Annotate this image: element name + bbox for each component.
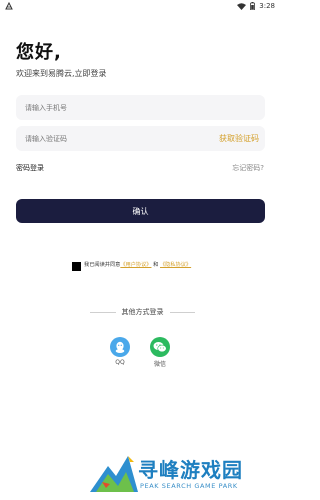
other-login-divider: 其他方式登录 <box>90 307 195 317</box>
divider-line-left <box>90 311 116 313</box>
phone-field <box>16 95 265 121</box>
forgot-password-link[interactable]: 忘记密码? <box>232 163 264 173</box>
password-login-link[interactable]: 密码登录 <box>16 163 44 173</box>
other-login-title: 其他方式登录 <box>121 308 164 316</box>
divider-line-right <box>169 311 195 313</box>
qq-label: QQ <box>115 359 125 366</box>
watermark-subtitle: PEAK SEARCH GAME PARK <box>140 482 238 490</box>
privacy-agreement-link[interactable]: 《隐私协议》 <box>160 262 191 268</box>
qq-icon <box>110 337 130 357</box>
status-time: 3:28 <box>259 2 275 10</box>
qq-login-button[interactable]: QQ <box>105 337 135 366</box>
wechat-login-button[interactable]: 微信 <box>145 337 175 368</box>
android-notification-icon <box>5 1 13 10</box>
greeting-title: 您好, <box>16 42 62 63</box>
agreement-prefix: 我已阅读并同意 <box>84 262 121 268</box>
code-field: 获取验证码 <box>16 126 265 152</box>
agreement-text: 我已阅读并同意《用户协议》 和 《隐私协议》 <box>84 261 191 269</box>
wifi-icon <box>237 2 247 10</box>
watermark-title: 寻峰游戏园 <box>138 458 243 482</box>
mountain-logo-icon <box>90 456 138 492</box>
battery-icon <box>250 2 256 10</box>
agreement-checkbox[interactable] <box>72 262 81 271</box>
phone-input[interactable] <box>16 95 265 121</box>
user-agreement-link[interactable]: 《用户协议》 <box>120 262 151 268</box>
code-input[interactable] <box>16 126 206 152</box>
status-bar: 3:28 <box>0 0 281 12</box>
get-code-button[interactable]: 获取验证码 <box>219 133 259 144</box>
wechat-icon <box>150 337 170 357</box>
watermark-logo: 寻峰游戏园 PEAK SEARCH GAME PARK <box>88 452 278 498</box>
confirm-button[interactable]: 确认 <box>16 199 265 223</box>
agreement-row: 我已阅读并同意《用户协议》 和 《隐私协议》 <box>72 261 191 271</box>
greeting-subtitle: 欢迎来到易腾云,立即登录 <box>16 69 107 78</box>
wechat-label: 微信 <box>153 361 166 368</box>
agreement-connector: 和 <box>153 262 159 268</box>
